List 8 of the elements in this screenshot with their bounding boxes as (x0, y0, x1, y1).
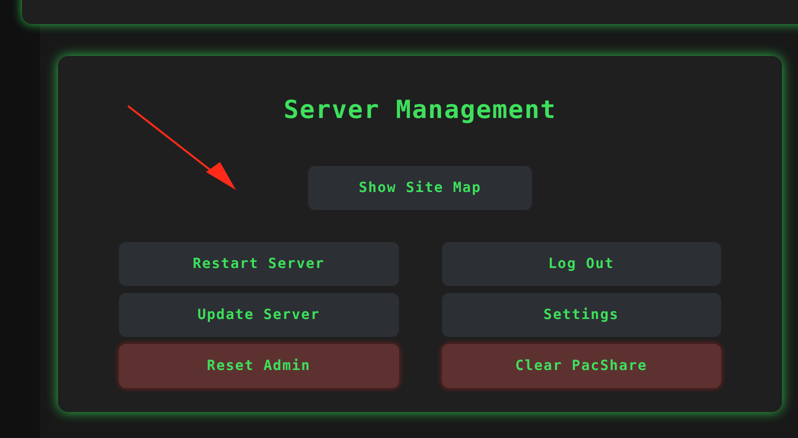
site-map-button[interactable]: Show Site Map (308, 166, 532, 210)
panel-title: Server Management (282, 94, 558, 126)
action-button[interactable]: Settings (442, 293, 721, 337)
action-button[interactable]: Clear PacShare (442, 344, 721, 388)
action-button[interactable]: Log Out (442, 242, 721, 286)
action-button[interactable]: Reset Admin (119, 344, 398, 388)
action-button[interactable]: Restart Server (119, 242, 398, 286)
action-button[interactable]: Update Server (119, 293, 398, 337)
